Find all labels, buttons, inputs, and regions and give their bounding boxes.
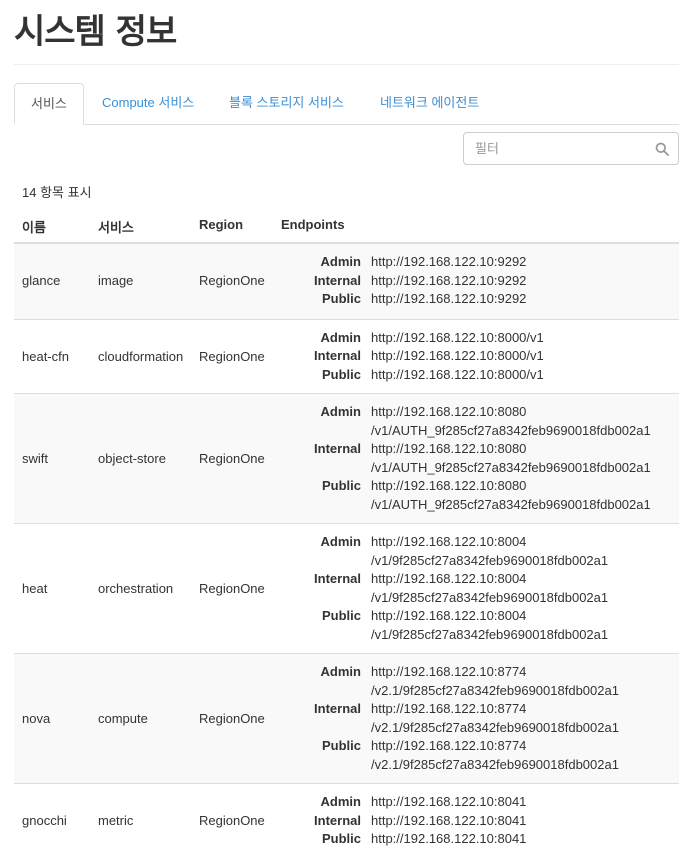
endpoint-type: Admin: [320, 664, 361, 679]
tab-block-storage-services[interactable]: 블록 스토리지 서비스: [213, 83, 360, 123]
row-service: cloudformation: [98, 348, 184, 364]
table-header: 이름 서비스 Region Endpoints: [14, 208, 679, 244]
endpoint-url: http://192.168.122.10:8080: [371, 404, 527, 419]
row-service: compute: [98, 711, 148, 726]
row-service: orchestration: [98, 581, 174, 596]
endpoint-url: http://192.168.122.10:8041: [371, 831, 527, 846]
tab-compute-services[interactable]: Compute 서비스: [86, 83, 210, 123]
row-region: RegionOne: [199, 581, 265, 596]
endpoint-url: http://192.168.122.10:8080: [371, 441, 527, 456]
endpoint-url: http://192.168.122.10:8080: [371, 478, 527, 493]
endpoint-url: /v1/AUTH_9f285cf27a8342feb9690018fdb002a…: [371, 496, 651, 512]
tab-network-agents[interactable]: 네트워크 에이전트: [364, 83, 495, 123]
endpoint-type: Internal: [314, 571, 361, 586]
row-region: RegionOne: [199, 348, 265, 364]
item-count: 14 항목 표시: [22, 185, 92, 200]
endpoint-type: Admin: [320, 534, 361, 549]
endpoint-type: Admin: [320, 404, 361, 419]
endpoint-type: Public: [321, 366, 361, 382]
endpoint-type: Public: [321, 478, 361, 493]
endpoint-type: Internal: [314, 812, 361, 828]
table-row: glance image RegionOne Admin http://192.168.…: [14, 244, 679, 319]
endpoint-type: Internal: [314, 441, 361, 456]
endpoint-url: http://192.168.122.10:9292: [371, 272, 527, 288]
endpoint-url: http://192.168.122.10:8774: [371, 664, 527, 679]
endpoint-url: /v2.1/9f285cf27a8342feb9690018fdb002a1: [371, 756, 619, 772]
endpoint-type: Internal: [314, 272, 361, 288]
table-row: nova compute RegionOne Admin http://192.168.…: [14, 653, 679, 783]
header-endpoints[interactable]: Endpoints: [281, 217, 345, 232]
row-service: object-store: [98, 451, 166, 466]
row-name: nova: [22, 711, 51, 726]
endpoint-url: http://192.168.122.10:8000/v1: [371, 348, 544, 363]
endpoint-url: http://192.168.122.10:8000/v1: [371, 329, 544, 345]
endpoint-url: http://192.168.122.10:8004: [371, 571, 527, 586]
endpoint-url: /v1/AUTH_9f285cf27a8342feb9690018fdb002a…: [371, 459, 651, 475]
row-name: glance: [22, 273, 61, 289]
endpoint-type: Public: [321, 831, 361, 846]
endpoint-type: Internal: [314, 348, 361, 363]
filter-box: [463, 132, 679, 165]
table-row: gnocchi metric RegionOne Admin http://192.16…: [14, 783, 679, 858]
row-region: RegionOne: [199, 273, 265, 289]
endpoint-url: http://192.168.122.10:9292: [371, 291, 527, 306]
endpoint-url: /v1/9f285cf27a8342feb9690018fdb002a1: [371, 552, 609, 568]
endpoint-url: /v1/9f285cf27a8342feb9690018fdb002a1: [371, 626, 609, 642]
tab-services[interactable]: 서비스: [14, 83, 84, 125]
endpoint-url: http://192.168.122.10:8774: [371, 701, 527, 716]
row-name: swift: [22, 451, 48, 466]
endpoint-type: Admin: [320, 254, 361, 269]
table-body: glance image RegionOne Admin http://192.168.…: [14, 244, 679, 858]
row-service: metric: [98, 813, 134, 829]
endpoint-type: Public: [321, 738, 361, 753]
endpoint-url: http://192.168.122.10:8004: [371, 534, 527, 549]
services-table: 이름 서비스 Region Endpoints glance image Regio…: [14, 208, 679, 858]
endpoint-type: Admin: [320, 794, 361, 809]
endpoint-type: Public: [321, 291, 361, 306]
tab-bar: 서비스 Compute 서비스 블록 스토리지 서비스 네트워크 에이전트: [14, 83, 679, 125]
table-row: swift object-store RegionOne Admin http://19…: [14, 393, 679, 523]
header-name[interactable]: 이름: [22, 217, 46, 236]
system-info-page: 시스템 정보 서비스 Compute 서비스 블록 스토리지 서비스 네트워크 …: [0, 0, 694, 846]
row-name: heat: [22, 581, 48, 596]
row-service: image: [98, 273, 134, 289]
endpoint-url: http://192.168.122.10:8774: [371, 738, 527, 753]
title-divider: [14, 64, 679, 65]
search-icon[interactable]: [655, 142, 669, 156]
filter-input[interactable]: [464, 133, 650, 164]
endpoint-url: http://192.168.122.10:8041: [371, 812, 527, 828]
row-region: RegionOne: [199, 813, 265, 829]
endpoint-url: http://192.168.122.10:9292: [371, 254, 527, 269]
row-region: RegionOne: [199, 451, 265, 466]
endpoint-url: /v1/9f285cf27a8342feb9690018fdb002a1: [371, 589, 609, 605]
header-service[interactable]: 서비스: [98, 217, 134, 236]
row-name: heat-cfn: [22, 348, 69, 364]
endpoint-url: http://192.168.122.10:8004: [371, 608, 527, 623]
endpoint-type: Public: [321, 608, 361, 623]
row-name: gnocchi: [22, 813, 67, 829]
endpoint-type: Admin: [320, 329, 361, 345]
table-row: heat orchestration RegionOne Admin http://19…: [14, 523, 679, 653]
header-region[interactable]: Region: [199, 217, 243, 232]
endpoint-type: Internal: [314, 701, 361, 716]
endpoint-url: http://192.168.122.10:8041: [371, 794, 527, 809]
table-row: heat-cfn cloudformation RegionOne Admin http…: [14, 318, 679, 394]
endpoint-url: /v1/AUTH_9f285cf27a8342feb9690018fdb002a…: [371, 422, 651, 438]
page-title: 시스템 정보: [14, 12, 177, 52]
row-region: RegionOne: [199, 711, 265, 726]
endpoint-url: /v2.1/9f285cf27a8342feb9690018fdb002a1: [371, 682, 619, 698]
endpoint-url: http://192.168.122.10:8000/v1: [371, 366, 544, 382]
endpoint-url: /v2.1/9f285cf27a8342feb9690018fdb002a1: [371, 719, 619, 735]
